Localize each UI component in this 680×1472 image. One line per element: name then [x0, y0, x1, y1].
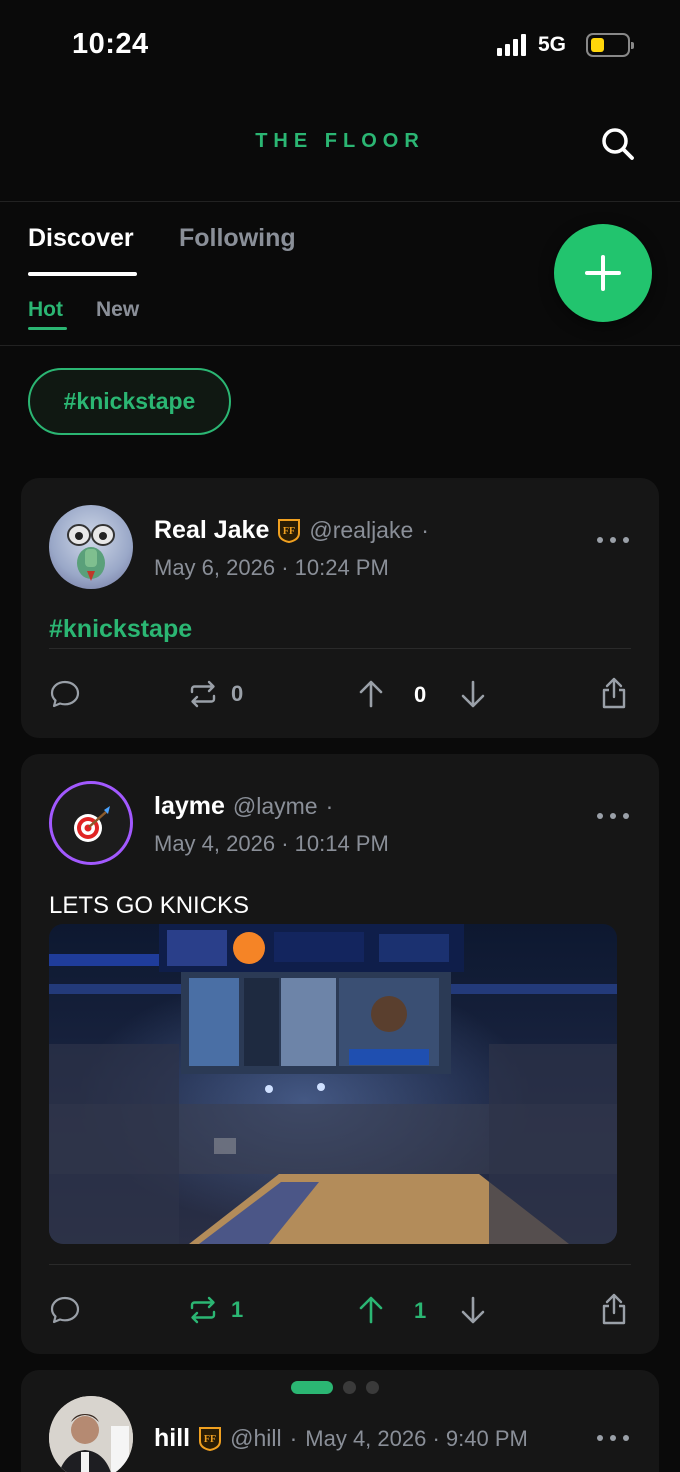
post-card[interactable]: layme @layme · May 4, 2026 · 10:14 PM LE… — [21, 754, 659, 1354]
post-hashtag[interactable]: #knickstape — [49, 615, 192, 644]
post-date: May 6, 2026 · 10:24 PM — [154, 555, 389, 580]
hashtag-filter-chip[interactable]: #knickstape — [28, 368, 231, 435]
author-row: hill FF @hill · May 4, 2026 · 9:40 PM — [154, 1424, 528, 1453]
comment-button[interactable] — [49, 678, 81, 710]
separator: · — [421, 517, 429, 543]
page-indicator — [291, 1381, 379, 1394]
author-row: Real Jake FF @realjake · — [154, 516, 429, 545]
downvote-button[interactable] — [459, 1294, 487, 1326]
upvote-button[interactable] — [357, 678, 385, 710]
avatar[interactable] — [49, 505, 133, 589]
arrow-down-icon — [461, 680, 485, 708]
page-dot — [343, 1381, 356, 1394]
search-icon — [602, 128, 634, 160]
tab-discover[interactable]: Discover — [28, 224, 134, 253]
post-date: May 4, 2026 · 9:40 PM — [305, 1425, 528, 1451]
comment-icon — [50, 680, 80, 708]
avatar[interactable] — [49, 781, 133, 865]
author-handle[interactable]: @realjake — [309, 517, 413, 544]
status-time: 10:24 — [72, 28, 149, 60]
author-name[interactable]: Real Jake — [154, 516, 269, 545]
subtab-hot[interactable]: Hot — [28, 298, 63, 322]
battery-icon — [586, 33, 634, 57]
ff-badge-icon: FF — [199, 1427, 222, 1451]
ff-badge-icon: FF — [278, 519, 301, 543]
share-button[interactable] — [599, 1292, 629, 1326]
repost-count: 1 — [231, 1297, 244, 1322]
new-post-button[interactable] — [554, 224, 652, 322]
plus-icon — [585, 255, 621, 291]
share-button[interactable] — [599, 676, 629, 710]
post-date: May 4, 2026 · 10:14 PM — [154, 831, 389, 856]
repost-icon — [190, 680, 216, 708]
separator: · — [325, 793, 334, 819]
share-icon — [602, 677, 626, 709]
tab-active-indicator — [28, 272, 137, 276]
repost-button[interactable]: 0 — [187, 678, 243, 710]
status-bar: 10:24 5G — [0, 0, 680, 90]
author-handle[interactable]: @hill — [230, 1425, 281, 1452]
comment-icon — [50, 1296, 80, 1324]
author-handle[interactable]: @layme — [233, 793, 318, 820]
share-icon — [602, 1293, 626, 1325]
app-title: THE FLOOR — [255, 130, 425, 152]
repost-icon — [190, 1296, 216, 1324]
repost-button[interactable]: 1 — [187, 1294, 243, 1326]
divider — [49, 1264, 631, 1265]
svg-text:FF: FF — [204, 1434, 216, 1445]
divider — [49, 648, 631, 649]
post-card[interactable]: Real Jake FF @realjake · May 6, 2026 · 1… — [21, 478, 659, 738]
downvote-button[interactable] — [459, 678, 487, 710]
signal-icon — [497, 34, 526, 56]
arrow-up-icon — [359, 1296, 383, 1324]
author-name[interactable]: layme — [154, 792, 225, 821]
subtab-new[interactable]: New — [96, 298, 139, 322]
more-options-button[interactable] — [597, 533, 629, 547]
arrow-down-icon — [461, 1296, 485, 1324]
page-dot-active — [291, 1381, 333, 1394]
svg-text:FF: FF — [283, 526, 295, 537]
app-header: THE FLOOR — [0, 90, 680, 202]
author-name[interactable]: hill — [154, 1424, 190, 1453]
network-label: 5G — [538, 33, 567, 56]
more-options-button[interactable] — [597, 1431, 629, 1445]
subtab-active-indicator — [28, 327, 67, 330]
repost-count: 0 — [231, 681, 244, 706]
search-button[interactable] — [596, 122, 640, 166]
arrow-up-icon — [359, 680, 383, 708]
more-options-button[interactable] — [597, 809, 629, 823]
tab-following[interactable]: Following — [179, 224, 296, 253]
separator: · — [289, 1425, 298, 1451]
post-image[interactable] — [49, 924, 617, 1244]
vote-score: 0 — [414, 682, 427, 707]
vote-score: 1 — [414, 1298, 427, 1323]
author-row: layme @layme · — [154, 792, 333, 821]
comment-button[interactable] — [49, 1294, 81, 1326]
avatar[interactable] — [49, 1396, 133, 1472]
page-dot — [366, 1381, 379, 1394]
upvote-button[interactable] — [357, 1294, 385, 1326]
post-text: LETS GO KNICKS — [49, 892, 250, 919]
